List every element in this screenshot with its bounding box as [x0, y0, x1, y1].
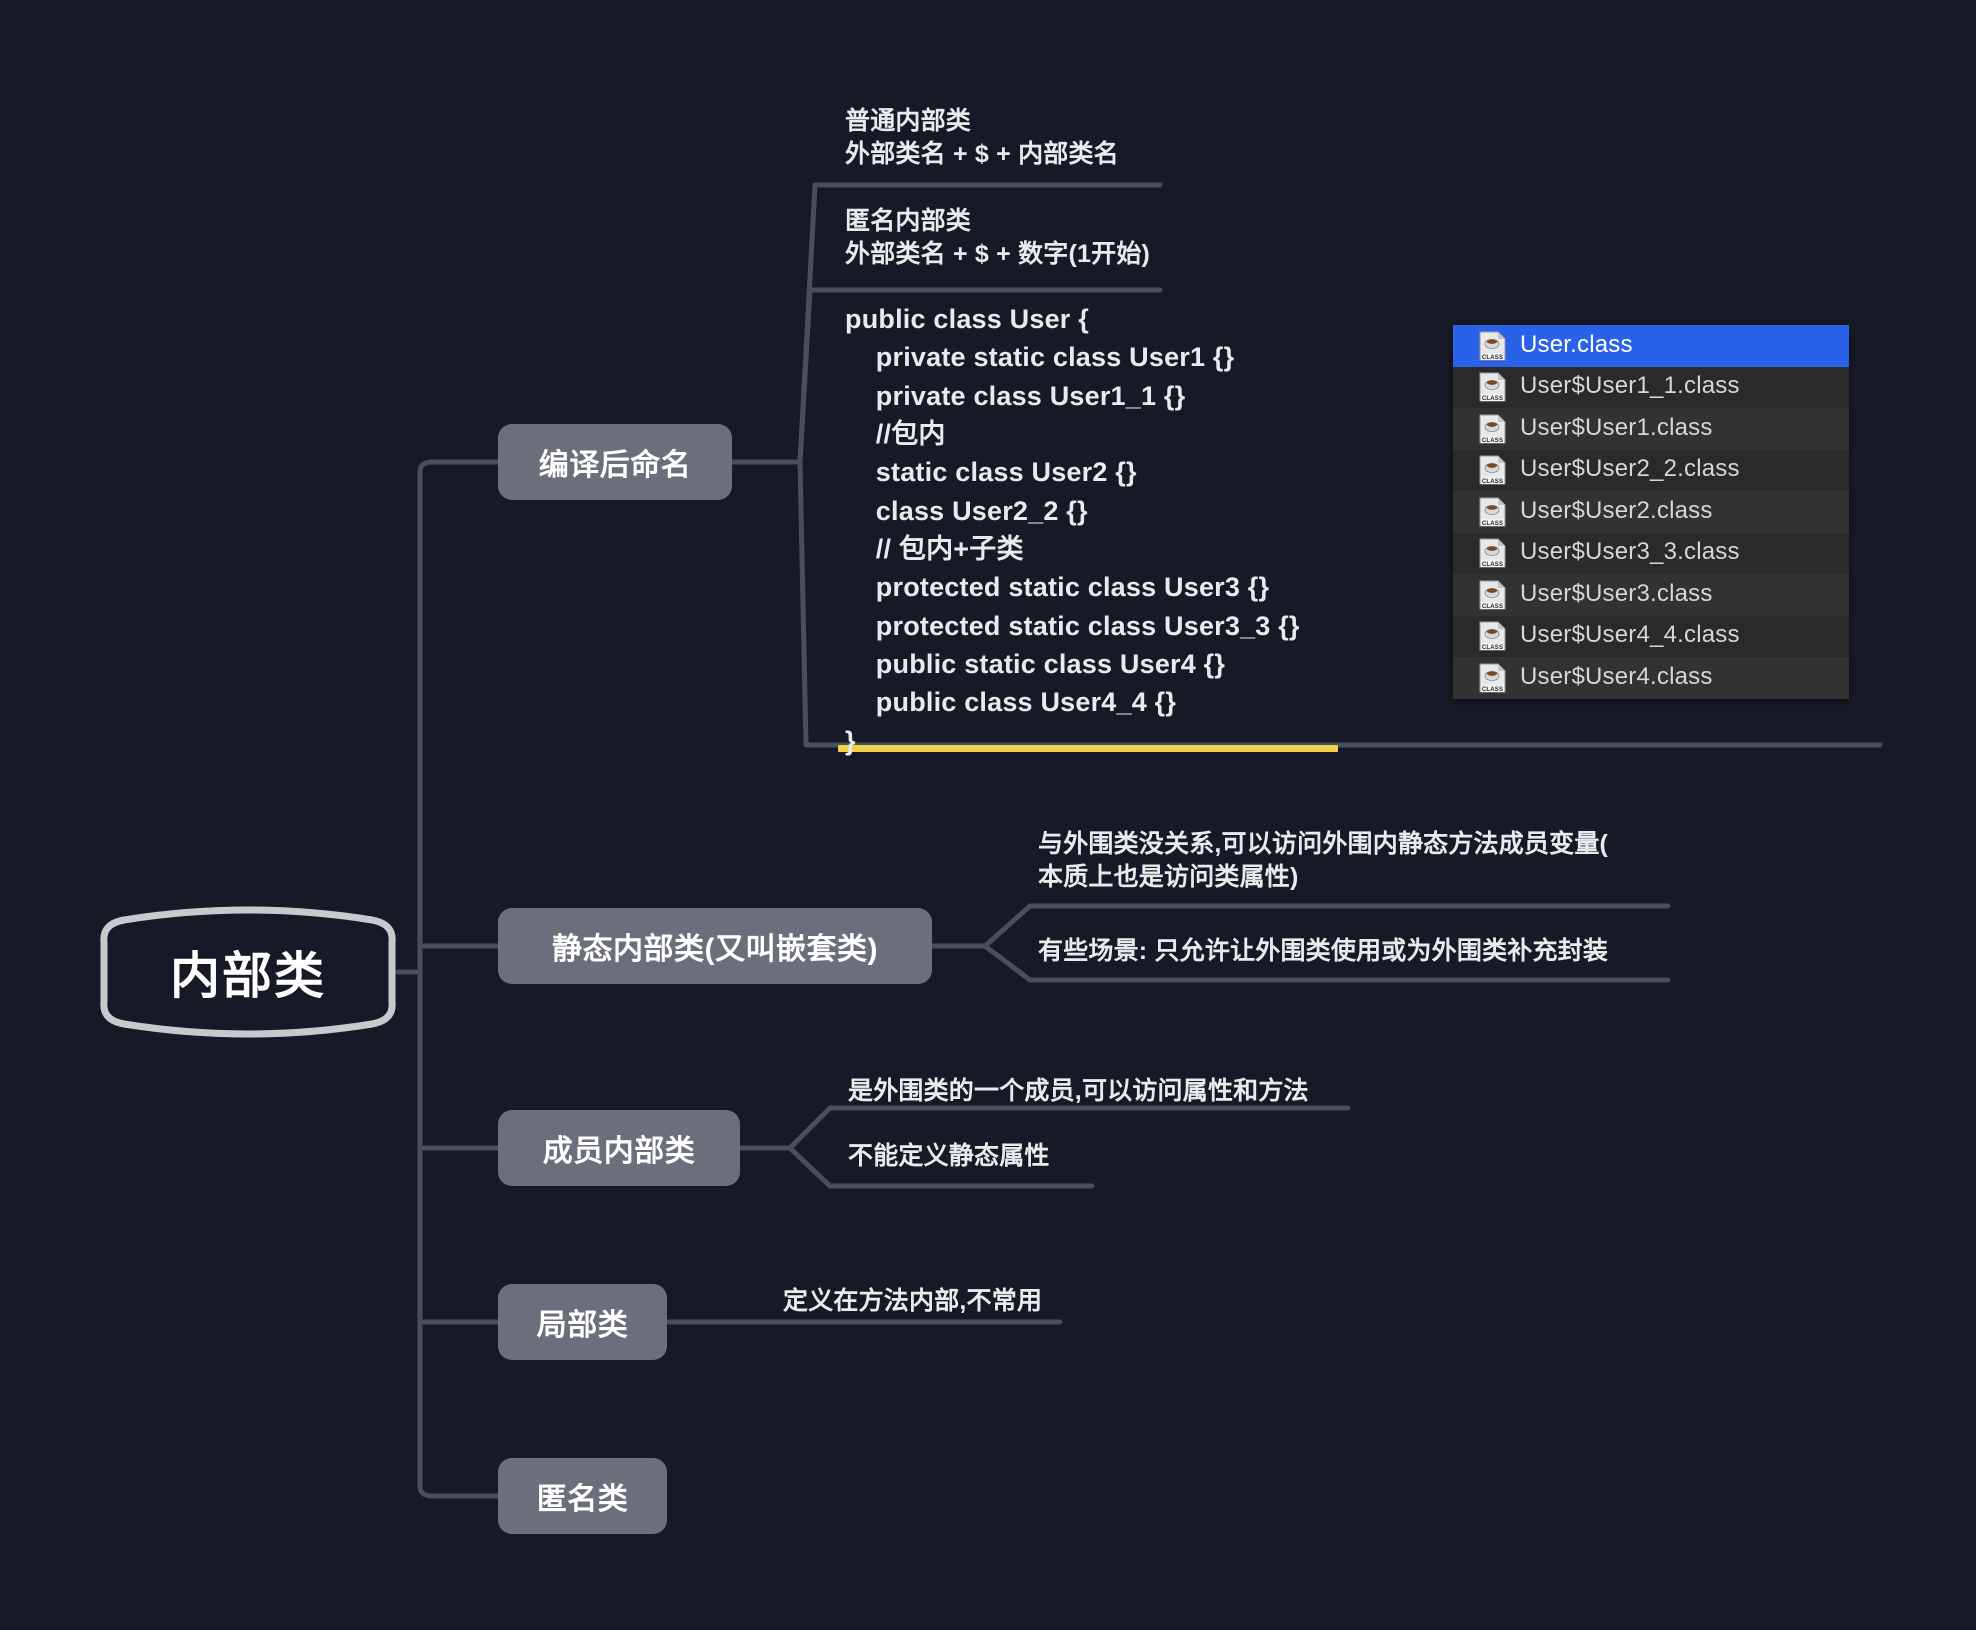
code-block-user-class: public class User { private static class…	[845, 304, 1300, 756]
svg-text:CLASS: CLASS	[1482, 687, 1503, 693]
branch-node-compiled-naming[interactable]: 编译后命名	[498, 424, 732, 500]
mindmap-canvas: 内部类 编译后命名 静态内部类(又叫嵌套类) 成员内部类 局部类 匿名类 普通内…	[0, 0, 1976, 1630]
branch-label-local-class: 局部类	[536, 1309, 629, 1342]
java-class-file-icon: CLASS	[1479, 621, 1506, 651]
file-name: User.class	[1520, 330, 1633, 358]
note-member-inner-class-member: 是外围类的一个成员,可以访问属性和方法	[848, 1077, 1309, 1105]
file-list-item[interactable]: CLASS User$User2.class	[1453, 491, 1849, 533]
java-class-file-icon: CLASS	[1479, 372, 1506, 402]
svg-text:CLASS: CLASS	[1482, 604, 1503, 610]
java-class-file-icon: CLASS	[1479, 538, 1506, 568]
svg-text:CLASS: CLASS	[1482, 355, 1503, 361]
file-name: User$User3.class	[1520, 579, 1713, 607]
branch-label-static-inner-class: 静态内部类(又叫嵌套类)	[552, 933, 878, 966]
java-class-file-icon: CLASS	[1479, 580, 1506, 610]
note-local-class-usage: 定义在方法内部,不常用	[783, 1287, 1043, 1315]
branch-node-anonymous-class[interactable]: 匿名类	[498, 1458, 667, 1534]
branch-label-compiled-naming: 编译后命名	[538, 449, 692, 482]
file-name: User$User4.class	[1520, 662, 1713, 690]
compiled-class-file-list[interactable]: CLASS User.class CLASS User$User1_1.clas…	[1453, 325, 1849, 699]
branch-label-anonymous-class: 匿名类	[536, 1483, 629, 1516]
branch-node-local-class[interactable]: 局部类	[498, 1284, 667, 1360]
note-member-inner-class-static: 不能定义静态属性	[848, 1142, 1050, 1170]
file-name: User$User3_3.class	[1520, 538, 1740, 566]
file-list-item[interactable]: CLASS User.class	[1453, 325, 1849, 367]
file-list-item[interactable]: CLASS User$User4.class	[1453, 657, 1849, 699]
file-name: User$User2_2.class	[1520, 455, 1740, 483]
file-list-item[interactable]: CLASS User$User3_3.class	[1453, 533, 1849, 575]
file-list-item[interactable]: CLASS User$User1_1.class	[1453, 367, 1849, 409]
file-list-item[interactable]: CLASS User$User1.class	[1453, 408, 1849, 450]
file-list-item[interactable]: CLASS User$User4_4.class	[1453, 616, 1849, 658]
file-name: User$User4_4.class	[1520, 621, 1740, 649]
file-list-item[interactable]: CLASS User$User3.class	[1453, 574, 1849, 616]
svg-text:CLASS: CLASS	[1482, 479, 1503, 485]
java-class-file-icon: CLASS	[1479, 414, 1506, 444]
java-class-file-icon: CLASS	[1479, 663, 1506, 693]
root-node-inner-class[interactable]: 内部类	[98, 898, 398, 1046]
root-node-label: 内部类	[170, 948, 326, 1004]
java-class-file-icon: CLASS	[1479, 497, 1506, 527]
svg-text:CLASS: CLASS	[1482, 521, 1503, 527]
note-normal-inner-class: 普通内部类 外部类名 + $ + 内部类名	[845, 107, 1119, 168]
note-static-inner-class-access: 与外围类没关系,可以访问外围内静态方法成员变量( 本质上也是访问类属性)	[1038, 830, 1609, 891]
branch-node-member-inner-class[interactable]: 成员内部类	[498, 1110, 740, 1186]
file-list-item[interactable]: CLASS User$User2_2.class	[1453, 450, 1849, 492]
svg-text:CLASS: CLASS	[1482, 396, 1503, 402]
note-anonymous-inner-class: 匿名内部类 外部类名 + $ + 数字(1开始)	[845, 207, 1151, 268]
branch-node-static-inner-class[interactable]: 静态内部类(又叫嵌套类)	[498, 908, 932, 984]
java-class-file-icon: CLASS	[1479, 455, 1506, 485]
java-class-file-icon: CLASS	[1479, 331, 1506, 361]
svg-text:CLASS: CLASS	[1482, 562, 1503, 568]
svg-text:CLASS: CLASS	[1482, 645, 1503, 651]
file-name: User$User2.class	[1520, 496, 1713, 524]
note-static-inner-class-scenario: 有些场景: 只允许让外围类使用或为外围类补充封装	[1038, 937, 1609, 965]
branch-label-member-inner-class: 成员内部类	[542, 1135, 696, 1168]
svg-text:CLASS: CLASS	[1482, 438, 1503, 444]
file-name: User$User1.class	[1520, 413, 1713, 441]
file-name: User$User1_1.class	[1520, 372, 1740, 400]
